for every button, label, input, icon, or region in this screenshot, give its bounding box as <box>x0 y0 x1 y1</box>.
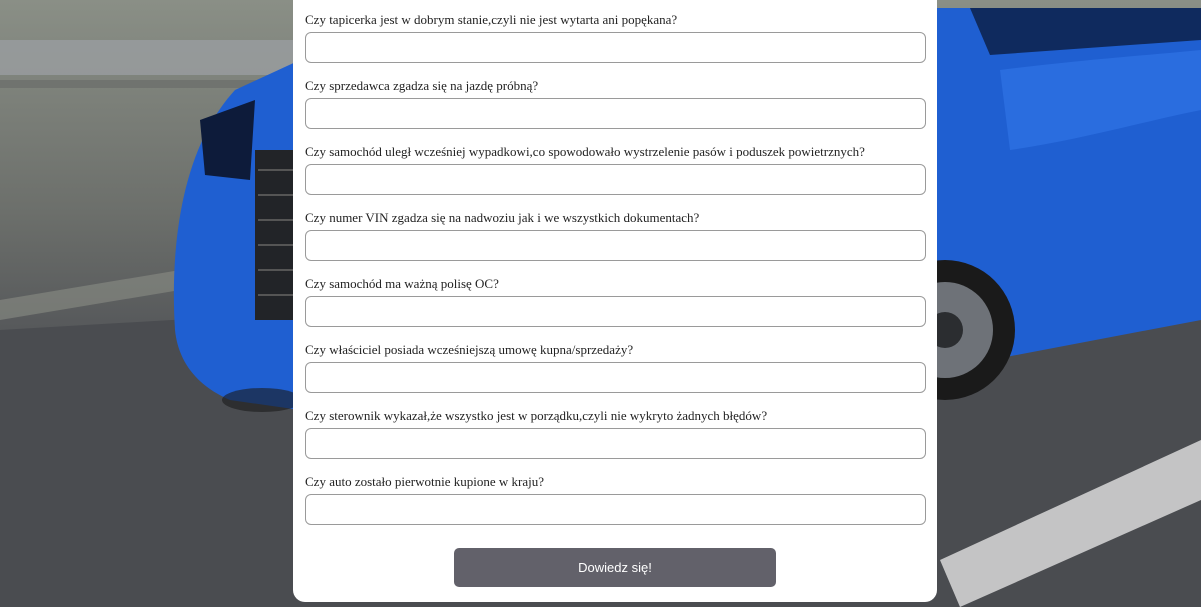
question-vin: Czy numer VIN zgadza się na nadwoziu jak… <box>305 210 926 276</box>
answer-input-origin[interactable] <box>305 494 926 525</box>
submit-button[interactable]: Dowiedz się! <box>454 548 776 587</box>
question-accident: Czy samochód uległ wcześniej wypadkowi,c… <box>305 144 926 210</box>
question-contract: Czy właściciel posiada wcześniejszą umow… <box>305 342 926 408</box>
question-diagnostics: Czy sterownik wykazał,że wszystko jest w… <box>305 408 926 474</box>
answer-input-contract[interactable] <box>305 362 926 393</box>
answer-input-test-drive[interactable] <box>305 98 926 129</box>
question-label: Czy samochód ma ważną polisę OC? <box>305 276 499 291</box>
question-upholstery: Czy tapicerka jest w dobrym stanie,czyli… <box>305 12 926 78</box>
question-origin: Czy auto zostało pierwotnie kupione w kr… <box>305 474 926 540</box>
answer-input-vin[interactable] <box>305 230 926 261</box>
answer-input-upholstery[interactable] <box>305 32 926 63</box>
question-label: Czy auto zostało pierwotnie kupione w kr… <box>305 474 544 489</box>
question-label: Czy sprzedawca zgadza się na jazdę próbn… <box>305 78 539 93</box>
questionnaire-panel: Czy tapicerka jest w dobrym stanie,czyli… <box>293 0 937 602</box>
question-label: Czy tapicerka jest w dobrym stanie,czyli… <box>305 12 678 27</box>
answer-input-insurance[interactable] <box>305 296 926 327</box>
answer-input-accident[interactable] <box>305 164 926 195</box>
question-insurance: Czy samochód ma ważną polisę OC? <box>305 276 926 342</box>
question-label: Czy numer VIN zgadza się na nadwoziu jak… <box>305 210 700 225</box>
question-label: Czy właściciel posiada wcześniejszą umow… <box>305 342 634 357</box>
answer-input-diagnostics[interactable] <box>305 428 926 459</box>
question-test-drive: Czy sprzedawca zgadza się na jazdę próbn… <box>305 78 926 144</box>
question-label: Czy sterownik wykazał,że wszystko jest w… <box>305 408 768 423</box>
question-label: Czy samochód uległ wcześniej wypadkowi,c… <box>305 144 865 159</box>
